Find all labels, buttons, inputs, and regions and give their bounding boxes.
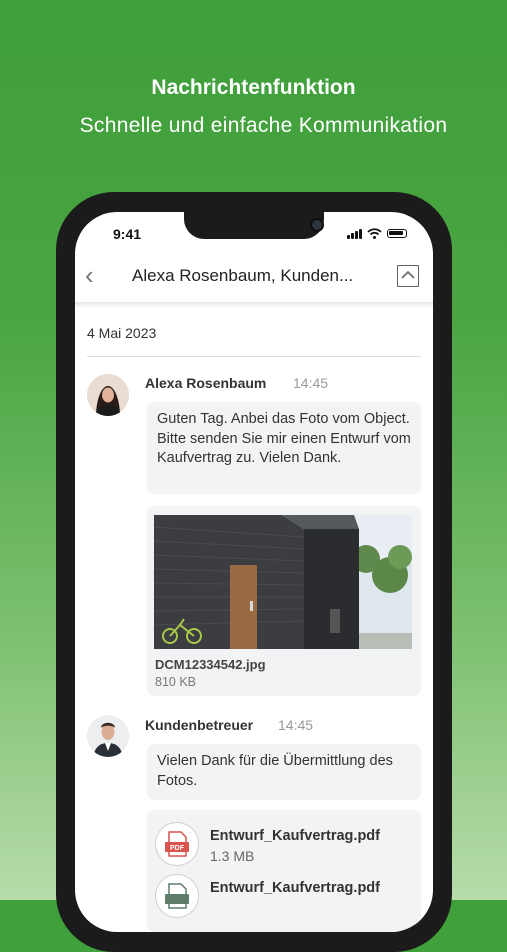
svg-text:PDF: PDF [170,845,185,852]
avatar[interactable] [87,374,129,416]
collapse-button[interactable] [397,265,419,287]
pdf-icon [155,874,199,918]
wifi-icon [367,228,382,239]
chat-title: Alexa Rosenbaum, Kunden... [132,266,354,285]
file-name: Entwurf_Kaufvertrag.pdf [210,880,380,896]
sender-name: Alexa Rosenbaum [145,375,267,391]
attachment-filename: DCM12334542.jpg [155,657,266,672]
chat-header: ‹ Alexa Rosenbaum, Kunden... [75,252,433,302]
attachment-filesize: 810 KB [155,675,197,689]
phone-screen: 9:41 ‹ Alexa Rosenbaum, Kunden... 4 Mai … [75,212,433,932]
chevron-up-icon [401,270,415,279]
message-time: 14:45 [278,717,314,733]
message-bubble: Guten Tag. Anbei das Foto vom Object. Bi… [147,402,421,494]
status-time: 9:41 [113,226,142,242]
battery-icon [387,229,407,238]
notch [184,212,324,239]
message-time: 14:45 [293,375,329,391]
divider [87,356,421,357]
file-name: Entwurf_Kaufvertrag.pdf [210,828,380,844]
message-bubble: Vielen Dank für die Übermittlung des Fot… [147,744,421,800]
attachment-photo[interactable] [154,515,412,649]
file-size: 1.3 MB [210,848,255,864]
file-attachment[interactable]: PDF Entwurf_Kaufvertrag.pdf 1.3 MB Entwu… [147,810,421,932]
promo-headline: Nachrichtenfunktion [151,76,356,99]
sender-name: Kundenbetreuer [145,717,254,733]
signal-icon [347,228,362,239]
pdf-icon: PDF [155,822,199,866]
status-icons [347,228,407,239]
image-attachment[interactable]: DCM12334542.jpg 810 KB [147,506,421,696]
promo-subline: Schnelle und einfache Kommunikation [79,114,448,137]
date-separator: 4 Mai 2023 [87,325,157,341]
avatar[interactable] [87,715,129,757]
camera-icon [310,218,324,232]
back-chevron-icon[interactable]: ‹ [85,262,94,288]
